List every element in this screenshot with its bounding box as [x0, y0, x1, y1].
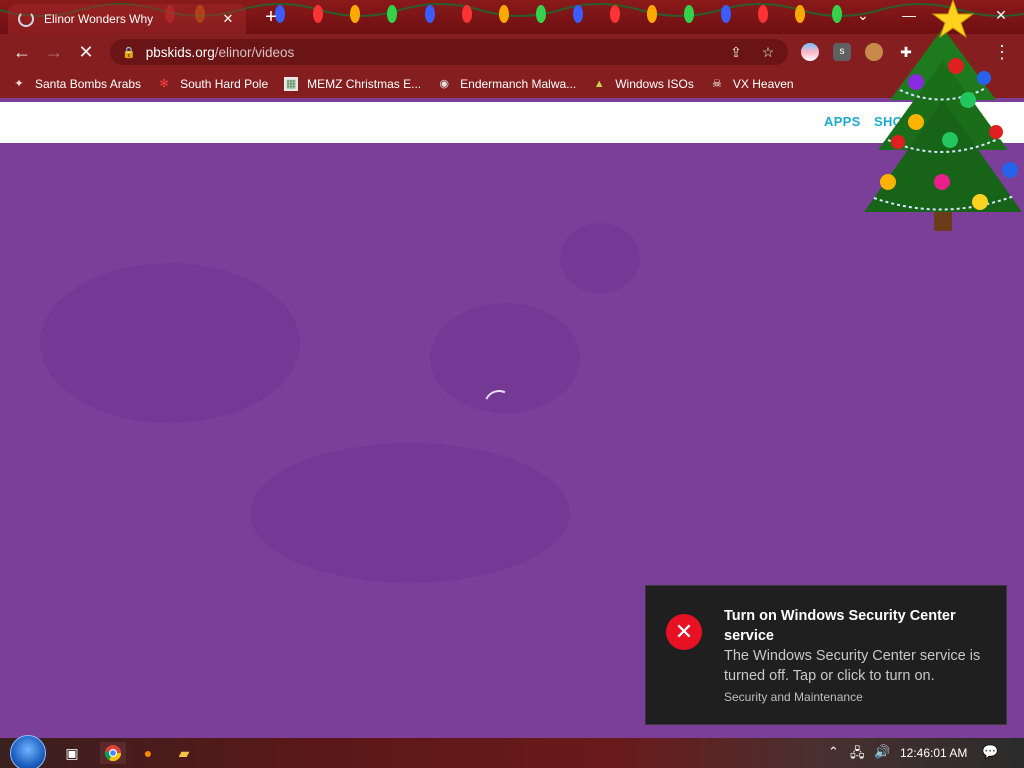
chevron-up-icon[interactable]: ⌃: [828, 744, 839, 760]
image-icon: ▦: [284, 77, 299, 91]
new-tab-plus-icon[interactable]: +: [261, 6, 281, 28]
chrome-logo-icon: [104, 745, 122, 762]
forward-arrow-icon[interactable]: →: [42, 40, 66, 64]
action-center-icon[interactable]: 💬: [982, 744, 998, 760]
background-shape: [40, 263, 300, 423]
network-icon[interactable]: 🖧: [850, 744, 865, 766]
error-x-icon: ✕: [666, 614, 702, 650]
toast-source: Security and Maintenance: [724, 690, 863, 704]
bookmark-item[interactable]: ▦ MEMZ Christmas E...: [284, 77, 421, 91]
chrome-taskbar-icon[interactable]: [100, 742, 126, 764]
url-host: pbskids.org: [145, 44, 215, 60]
bookmark-item[interactable]: ✦ Santa Bombs Arabs: [12, 77, 141, 91]
bookmark-star-icon[interactable]: ☆: [759, 43, 777, 61]
flag-extension-icon[interactable]: [801, 43, 819, 61]
santa-icon: ✦: [14, 78, 24, 90]
tree-icon: ▲: [593, 78, 605, 90]
task-view-icon[interactable]: ▣: [60, 742, 84, 764]
background-shape: [560, 223, 640, 293]
s-extension-icon[interactable]: s: [833, 43, 851, 61]
windows-taskbar: ▣ ● ▰ ⌃ 🖧 🔊 12:46:01 AM 💬: [0, 735, 1024, 768]
bookmark-item[interactable]: ◉ Endermanch Malwa...: [437, 77, 576, 91]
skull-icon: ☠: [711, 78, 722, 90]
file-explorer-icon[interactable]: ▰: [172, 742, 196, 764]
close-icon[interactable]: ✕: [220, 11, 236, 27]
bookmark-item[interactable]: ▲ Windows ISOs: [592, 77, 694, 91]
snowflake-icon: ✻: [159, 78, 169, 90]
nav-apps-link[interactable]: APPS: [824, 114, 861, 129]
security-notification-toast[interactable]: ✕ Turn on Windows Security Center servic…: [645, 585, 1007, 725]
stop-loading-icon[interactable]: ✕: [74, 40, 98, 64]
bookmark-label: Endermanch Malwa...: [460, 77, 577, 91]
toast-title: Turn on Windows Security Center service: [724, 608, 956, 644]
url-text: pbskids.org/elinor/videos: [146, 45, 295, 60]
taskbar-clock[interactable]: 12:46:01 AM: [900, 746, 967, 760]
toast-body: The Windows Security Center service is t…: [724, 648, 981, 684]
firefox-taskbar-icon[interactable]: ●: [136, 742, 160, 764]
tab-title: Elinor Wonders Why: [44, 12, 154, 26]
bookmark-item[interactable]: ☠ VX Heaven: [710, 77, 794, 91]
start-button-icon[interactable]: [10, 735, 46, 768]
christmas-tree-decoration: [864, 0, 1022, 231]
background-shape: [250, 443, 570, 583]
bookmark-label: VX Heaven: [732, 77, 794, 91]
tab-elinor-wonders-why[interactable]: Elinor Wonders Why ✕: [8, 4, 246, 34]
bookmark-item[interactable]: ✻ South Hard Pole: [157, 77, 268, 91]
bookmark-label: Windows ISOs: [615, 77, 694, 91]
bookmark-label: South Hard Pole: [180, 77, 269, 91]
address-bar[interactable]: 🔒 pbskids.org/elinor/videos ⇪ ☆: [110, 39, 788, 65]
bookmark-label: Santa Bombs Arabs: [35, 77, 142, 91]
bookmark-label: MEMZ Christmas E...: [307, 77, 422, 91]
share-icon[interactable]: ⇪: [727, 43, 745, 61]
url-path: /elinor/videos: [214, 44, 295, 60]
raccoon-icon: ◉: [439, 78, 449, 90]
loading-favicon-icon: [18, 11, 34, 27]
volume-icon[interactable]: 🔊: [874, 744, 890, 760]
back-arrow-icon[interactable]: ←: [10, 40, 34, 64]
lock-icon: 🔒: [122, 46, 136, 59]
